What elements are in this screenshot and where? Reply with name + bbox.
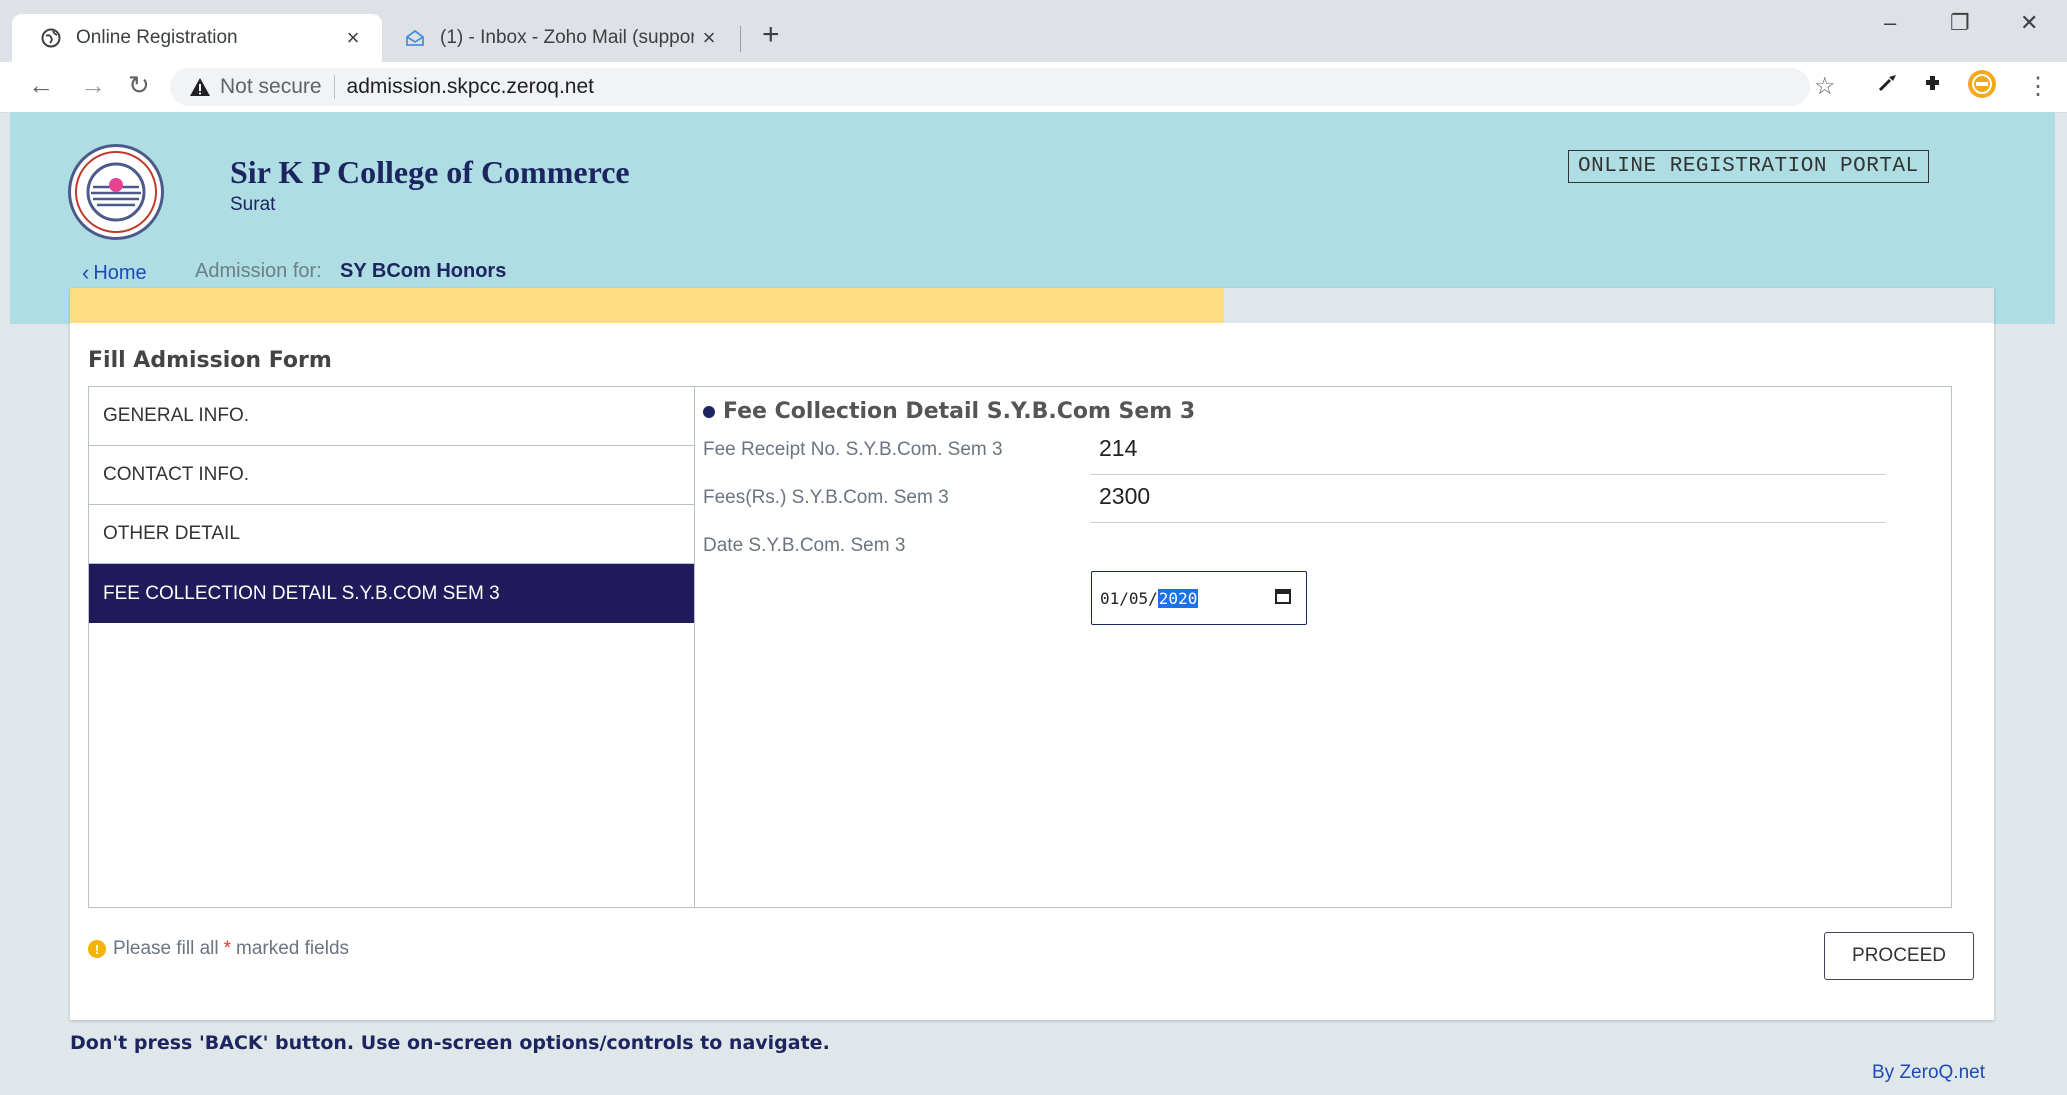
tab-separator [740, 26, 741, 52]
section-other-detail[interactable]: OTHER DETAIL [89, 505, 694, 564]
tab-zoho-mail[interactable]: (1) - Inbox - Zoho Mail (support@ × [388, 14, 738, 62]
progress-fill [70, 288, 1225, 323]
required-star: * [223, 938, 232, 959]
date-label: Date S.Y.B.Com. Sem 3 [703, 535, 906, 556]
form-fields: Fee Collection Detail S.Y.B.Com Sem 3 Fe… [703, 387, 1943, 907]
info-icon: ! [88, 940, 106, 958]
note-text-start: Please fill all [113, 938, 219, 959]
url-text: admission.skpcc.zeroq.net [346, 75, 594, 98]
date-input[interactable]: 01/05/2020 [1091, 571, 1307, 625]
back-arrow-icon[interactable]: ← [28, 70, 54, 101]
note-text-end: marked fields [236, 938, 350, 959]
tab-online-registration[interactable]: Online Registration × [12, 14, 382, 62]
home-link-label: Home [93, 261, 147, 284]
required-note: ! Please fill all * marked fields [88, 938, 349, 960]
fees-input[interactable]: 2300 [1091, 483, 1885, 523]
profile-avatar-icon[interactable] [1966, 68, 1998, 107]
reload-icon[interactable]: ↻ [128, 70, 150, 101]
tab-title: (1) - Inbox - Zoho Mail (support@ [440, 27, 694, 48]
minimize-icon[interactable]: – [1884, 10, 1896, 36]
college-name: Sir K P College of Commerce [230, 154, 630, 190]
forward-arrow-icon[interactable]: → [80, 70, 106, 101]
extensions-icon[interactable] [1922, 72, 1944, 101]
eyedropper-icon[interactable] [1876, 72, 1898, 101]
tab-close-icon[interactable]: × [694, 25, 724, 51]
more-menu-icon[interactable]: ⋮ [2026, 72, 2050, 101]
bullet-icon [703, 405, 715, 418]
globe-icon [40, 27, 62, 49]
credit-link[interactable]: By ZeroQ.net [1872, 1062, 1985, 1084]
date-day-month: 01/05/ [1100, 588, 1158, 608]
back-button-warning: Don't press 'BACK' button. Use on-screen… [70, 1032, 830, 1054]
fees-label: Fees(Rs.) S.Y.B.Com. Sem 3 [703, 487, 949, 508]
home-link[interactable]: ‹ Home [82, 260, 147, 286]
admission-label: Admission for: [195, 260, 322, 282]
restore-icon[interactable]: ❐ [1950, 10, 1970, 36]
window-close-icon[interactable]: ✕ [2020, 10, 2038, 36]
calendar-icon[interactable] [1274, 587, 1292, 609]
form-title: Fill Admission Form [88, 348, 332, 373]
section-heading-text: Fee Collection Detail S.Y.B.Com Sem 3 [723, 399, 1196, 424]
omnibox-divider [333, 75, 335, 99]
date-year-selected: 2020 [1157, 588, 1199, 608]
college-logo [68, 144, 164, 240]
portal-label: ONLINE REGISTRATION PORTAL [1568, 150, 1929, 183]
form-panel: GENERAL INFO. CONTACT INFO. OTHER DETAIL… [88, 386, 1952, 908]
section-general-info[interactable]: GENERAL INFO. [89, 387, 694, 446]
star-icon[interactable]: ☆ [1814, 72, 1836, 101]
section-contact-info[interactable]: CONTACT INFO. [89, 446, 694, 505]
tab-close-icon[interactable]: × [338, 25, 368, 51]
section-heading: Fee Collection Detail S.Y.B.Com Sem 3 [703, 399, 1195, 424]
section-list: GENERAL INFO. CONTACT INFO. OTHER DETAIL… [89, 387, 695, 907]
warning-triangle-icon [188, 76, 212, 98]
tab-title: Online Registration [76, 27, 238, 48]
browser-tabstrip: Online Registration × (1) - Inbox - Zoho… [0, 0, 2067, 62]
proceed-button[interactable]: PROCEED [1824, 932, 1974, 980]
address-bar[interactable]: Not secure admission.skpcc.zeroq.net [170, 68, 1810, 106]
chevron-left-icon: ‹ [82, 260, 90, 285]
admission-card: Fill Admission Form GENERAL INFO. CONTAC… [70, 288, 1994, 1020]
mail-icon [404, 27, 426, 49]
receipt-input[interactable]: 214 [1091, 435, 1885, 475]
admission-course: SY BCom Honors [340, 260, 507, 282]
browser-toolbar: ← → ↻ Not secure admission.skpcc.zeroq.n… [0, 62, 2067, 113]
section-fee-collection[interactable]: FEE COLLECTION DETAIL S.Y.B.COM SEM 3 [89, 564, 694, 623]
progress-bar [70, 288, 1994, 323]
new-tab-icon[interactable]: + [762, 18, 780, 52]
college-city: Surat [230, 194, 276, 215]
security-label: Not secure [220, 75, 322, 98]
receipt-label: Fee Receipt No. S.Y.B.Com. Sem 3 [703, 439, 1003, 460]
